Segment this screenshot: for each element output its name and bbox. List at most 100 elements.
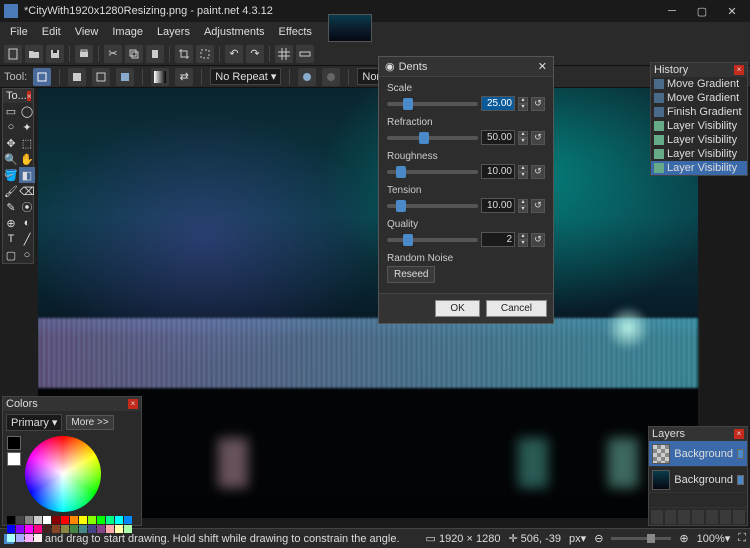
- roughness-input[interactable]: 10.00: [481, 164, 515, 179]
- roughness-slider[interactable]: [387, 170, 478, 174]
- deselect-icon[interactable]: [196, 45, 214, 63]
- roughness-reset-icon[interactable]: ↺: [531, 165, 545, 179]
- tool-movesel[interactable]: ⬚: [19, 135, 35, 151]
- shape-square-icon[interactable]: [68, 68, 86, 86]
- quality-slider[interactable]: [387, 238, 478, 242]
- close-button[interactable]: ✕: [718, 2, 746, 20]
- paste-icon[interactable]: [146, 45, 164, 63]
- cut-icon[interactable]: ✂: [104, 45, 122, 63]
- history-item[interactable]: Layer Visibility: [651, 161, 747, 175]
- tool-pan[interactable]: ✋: [19, 151, 35, 167]
- history-item[interactable]: Layer Visibility: [651, 133, 747, 147]
- tool-brush[interactable]: 🖌: [3, 183, 19, 199]
- tool-zoom[interactable]: 🔍: [3, 151, 19, 167]
- layer-visible-checkbox[interactable]: [737, 475, 744, 485]
- layer-props-icon[interactable]: [733, 510, 745, 524]
- dialog-close-icon[interactable]: ✕: [538, 60, 547, 73]
- layer-item[interactable]: Background: [649, 441, 747, 467]
- tool-shapes2[interactable]: ○: [19, 247, 35, 263]
- refraction-spinner[interactable]: ▴▾: [518, 131, 528, 145]
- shape-filled-icon[interactable]: [116, 68, 134, 86]
- quality-input[interactable]: 2: [481, 232, 515, 247]
- color-mode-dropdown[interactable]: Primary▾: [6, 414, 62, 431]
- tool-gradient[interactable]: ◧: [19, 167, 35, 183]
- zoom-in-icon[interactable]: ⊕: [679, 532, 688, 545]
- reseed-button[interactable]: Reseed: [387, 266, 435, 283]
- history-item[interactable]: Finish Gradient: [651, 105, 747, 119]
- zoom-dropdown[interactable]: 100%▾: [697, 532, 731, 545]
- layer-delete-icon[interactable]: [665, 510, 677, 524]
- scale-input[interactable]: 25.00: [481, 96, 515, 111]
- tool-clone[interactable]: ⊕: [3, 215, 19, 231]
- tool-picker[interactable]: ⦿: [19, 199, 35, 215]
- cancel-button[interactable]: Cancel: [486, 300, 547, 317]
- refraction-reset-icon[interactable]: ↺: [531, 131, 545, 145]
- color-palette[interactable]: [3, 514, 141, 544]
- open-icon[interactable]: [25, 45, 43, 63]
- document-thumbnail[interactable]: [328, 14, 372, 42]
- minimize-button[interactable]: ─: [658, 2, 686, 20]
- menu-file[interactable]: File: [4, 24, 34, 40]
- print-icon[interactable]: [75, 45, 93, 63]
- refraction-slider[interactable]: [387, 136, 478, 140]
- history-close-icon[interactable]: ×: [734, 65, 744, 75]
- alpha-mode-icon[interactable]: [322, 68, 340, 86]
- color-wheel[interactable]: [25, 436, 101, 512]
- tool-ellipse[interactable]: ○: [3, 119, 19, 135]
- gradient-linear-icon[interactable]: [151, 68, 169, 86]
- refraction-input[interactable]: 50.00: [481, 130, 515, 145]
- tool-pencil[interactable]: ✎: [3, 199, 19, 215]
- grid-icon[interactable]: [275, 45, 293, 63]
- tension-reset-icon[interactable]: ↺: [531, 199, 545, 213]
- quality-spinner[interactable]: ▴▾: [518, 233, 528, 247]
- tool-rectselect[interactable]: ▭: [3, 103, 19, 119]
- unit-dropdown[interactable]: px▾: [569, 532, 586, 545]
- tool-wand[interactable]: ✦: [19, 119, 35, 135]
- tool-recolor[interactable]: ◐: [19, 215, 35, 231]
- crop-icon[interactable]: [175, 45, 193, 63]
- colors-more-button[interactable]: More >>: [66, 415, 113, 430]
- save-icon[interactable]: [46, 45, 64, 63]
- tool-lasso[interactable]: ◯: [19, 103, 35, 119]
- scale-reset-icon[interactable]: ↺: [531, 97, 545, 111]
- toolbox-close-icon[interactable]: ×: [27, 91, 32, 101]
- layer-duplicate-icon[interactable]: [678, 510, 690, 524]
- redo-icon[interactable]: ↷: [246, 45, 264, 63]
- tension-spinner[interactable]: ▴▾: [518, 199, 528, 213]
- history-item[interactable]: Move Gradient: [651, 91, 747, 105]
- color-mode-icon[interactable]: [298, 68, 316, 86]
- ruler-icon[interactable]: [296, 45, 314, 63]
- colors-close-icon[interactable]: ×: [128, 399, 138, 409]
- history-item[interactable]: Layer Visibility: [651, 119, 747, 133]
- tool-move[interactable]: ✥: [3, 135, 19, 151]
- zoom-slider[interactable]: [611, 537, 671, 540]
- primary-swatch[interactable]: [7, 436, 21, 450]
- menu-edit[interactable]: Edit: [36, 24, 67, 40]
- layer-item[interactable]: Background: [649, 467, 747, 493]
- tool-text[interactable]: T: [3, 231, 19, 247]
- ok-button[interactable]: OK: [435, 300, 479, 317]
- layers-close-icon[interactable]: ×: [734, 429, 744, 439]
- tool-shapes[interactable]: ▢: [3, 247, 19, 263]
- menu-effects[interactable]: Effects: [273, 24, 318, 40]
- layer-visible-checkbox[interactable]: [737, 449, 744, 459]
- undo-icon[interactable]: ↶: [225, 45, 243, 63]
- tension-input[interactable]: 10.00: [481, 198, 515, 213]
- tool-eraser[interactable]: ⌫: [19, 183, 35, 199]
- tension-slider[interactable]: [387, 204, 478, 208]
- tool-line[interactable]: ╱: [19, 231, 35, 247]
- secondary-swatch[interactable]: [7, 452, 21, 466]
- active-tool-icon[interactable]: [33, 68, 51, 86]
- quality-reset-icon[interactable]: ↺: [531, 233, 545, 247]
- layer-up-icon[interactable]: [706, 510, 718, 524]
- menu-image[interactable]: Image: [106, 24, 149, 40]
- maximize-button[interactable]: ▢: [688, 2, 716, 20]
- roughness-spinner[interactable]: ▴▾: [518, 165, 528, 179]
- history-item[interactable]: Layer Visibility: [651, 147, 747, 161]
- copy-icon[interactable]: [125, 45, 143, 63]
- new-icon[interactable]: [4, 45, 22, 63]
- menu-layers[interactable]: Layers: [151, 24, 196, 40]
- shape-outline-icon[interactable]: [92, 68, 110, 86]
- layer-merge-icon[interactable]: [692, 510, 704, 524]
- repeat-dropdown[interactable]: No Repeat▾: [210, 68, 281, 85]
